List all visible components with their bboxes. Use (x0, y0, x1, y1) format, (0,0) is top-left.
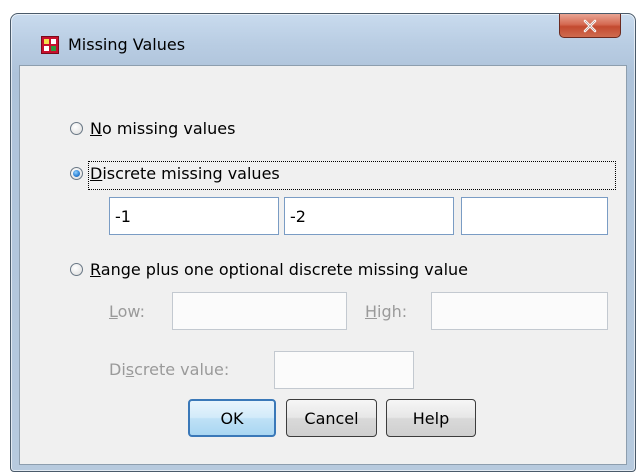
radio-option-no-missing[interactable]: No missing values (70, 119, 235, 138)
help-button[interactable]: Help (386, 399, 476, 437)
label-rest: o missing values (101, 119, 236, 138)
radio-discrete[interactable] (70, 167, 83, 180)
cancel-button[interactable]: Cancel (286, 399, 377, 437)
label-rest: igh: (377, 302, 408, 321)
label-rest: crete value: (134, 360, 230, 379)
discrete-value-field-2[interactable] (284, 197, 454, 235)
close-button[interactable] (559, 14, 621, 38)
label-rest: ange plus one optional discrete missing … (100, 260, 468, 279)
radio-label-no-missing: No missing values (90, 119, 235, 138)
discrete-value-single-field[interactable] (274, 351, 414, 389)
access-key: s (125, 360, 135, 379)
access-key: R (90, 260, 101, 279)
radio-range[interactable] (70, 263, 83, 276)
missing-values-dialog: Missing Values No missing values Discret… (10, 13, 636, 472)
high-label: High: (365, 302, 407, 321)
access-key: N (90, 119, 102, 138)
radio-label-range: Range plus one optional discrete missing… (90, 260, 468, 279)
radio-option-discrete[interactable]: Discrete missing values (70, 164, 280, 183)
label-rest: iscrete missing values (102, 164, 280, 183)
ok-button[interactable]: OK (188, 399, 276, 437)
high-field[interactable] (431, 292, 608, 330)
low-field[interactable] (172, 292, 347, 330)
low-label: Low: (109, 302, 145, 321)
close-icon (583, 19, 597, 32)
access-key: D (90, 164, 103, 183)
radio-option-range[interactable]: Range plus one optional discrete missing… (70, 260, 468, 279)
spss-grid-icon (41, 36, 59, 54)
radio-label-discrete: Discrete missing values (90, 164, 280, 183)
title-bar[interactable]: Missing Values (11, 14, 635, 58)
label-rest: ow: (117, 302, 146, 321)
window-title: Missing Values (68, 35, 186, 54)
radio-no-missing[interactable] (70, 122, 83, 135)
discrete-value-field-3[interactable] (461, 197, 608, 235)
label-start: Di (109, 360, 126, 379)
discrete-value-field-1[interactable] (109, 197, 279, 235)
access-key: H (365, 302, 378, 321)
access-key: L (109, 302, 118, 321)
discrete-value-label: Discrete value: (109, 360, 229, 379)
